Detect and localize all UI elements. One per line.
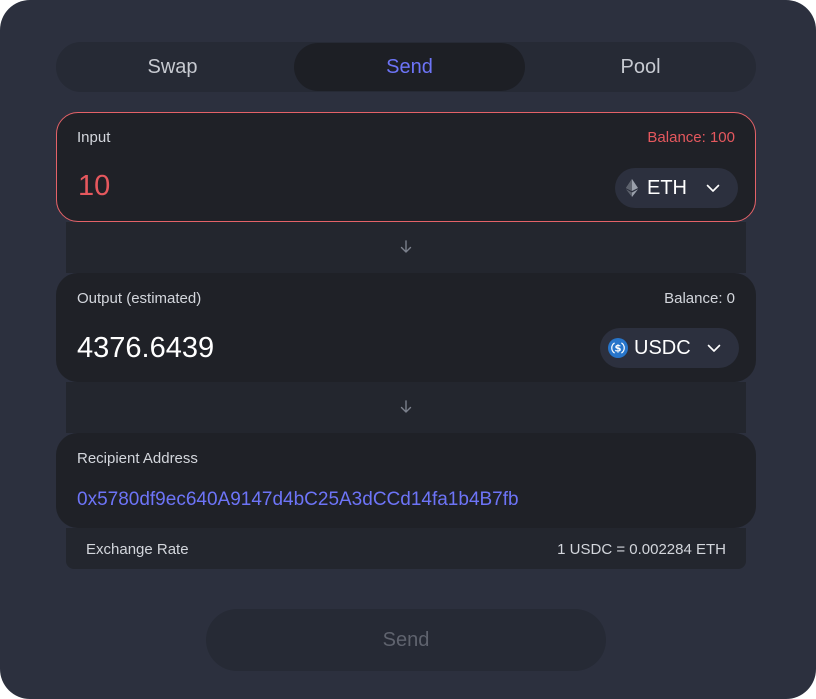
input-token-name: ETH	[647, 176, 687, 199]
exchange-rate-label: Exchange Rate	[86, 541, 189, 558]
tab-pool[interactable]: Pool	[525, 43, 756, 91]
chevron-down-icon	[707, 341, 721, 355]
output-panel: Output (estimated) Balance: 0 4376.6439 …	[56, 273, 756, 382]
recipient-panel: Recipient Address 0x5780df9ec640A9147d4b…	[56, 433, 756, 528]
chevron-down-icon	[706, 181, 720, 195]
input-balance: Balance: 100	[647, 129, 735, 146]
input-panel: Input Balance: 100 10 ETH	[56, 112, 756, 222]
tab-swap[interactable]: Swap	[57, 43, 288, 91]
output-balance: Balance: 0	[664, 290, 735, 307]
recipient-label: Recipient Address	[77, 450, 198, 467]
output-amount: 4376.6439	[77, 332, 215, 364]
input-token-select[interactable]: ETH	[615, 168, 738, 208]
arrow-down-icon	[398, 239, 414, 255]
input-label: Input	[77, 129, 111, 146]
recipient-address-field[interactable]: 0x5780df9ec640A9147d4bC25A3dCCd14fa1b4B7…	[77, 489, 519, 511]
usdc-icon: $	[608, 338, 628, 358]
input-amount-field[interactable]: 10	[78, 170, 110, 203]
svg-text:$: $	[615, 344, 622, 355]
send-card: Swap Send Pool Input Balance: 100 10 ETH	[0, 0, 816, 699]
output-label: Output (estimated)	[77, 290, 202, 307]
output-token-name: USDC	[634, 336, 691, 359]
tab-bar: Swap Send Pool	[56, 42, 756, 92]
send-button[interactable]: Send	[206, 609, 606, 671]
eth-icon	[625, 178, 639, 198]
output-token-select[interactable]: $ USDC	[600, 328, 739, 368]
exchange-rate-bar: Exchange Rate 1 USDC = 0.002284 ETH	[66, 528, 746, 569]
tab-send[interactable]: Send	[294, 43, 525, 91]
arrow-down-icon	[398, 399, 414, 415]
exchange-rate-value: 1 USDC = 0.002284 ETH	[557, 541, 726, 558]
